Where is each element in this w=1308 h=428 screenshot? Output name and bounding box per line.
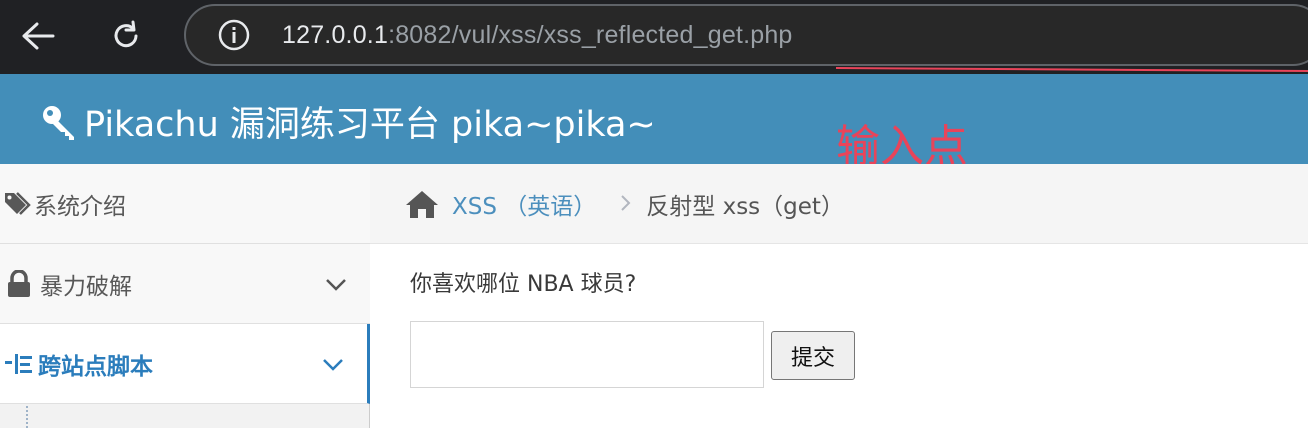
- list-icon: [4, 349, 34, 379]
- brand[interactable]: Pikachu 漏洞练习平台 pika~pika~: [40, 96, 656, 147]
- submit-button[interactable]: 提交: [771, 331, 855, 380]
- chevron-down-icon: [326, 279, 346, 291]
- brand-title: Pikachu 漏洞练习平台 pika~pika~: [84, 105, 656, 145]
- info-icon[interactable]: [216, 17, 252, 53]
- url-path: :8082/vul/xss/xss_reflected_get.php: [388, 20, 793, 49]
- lock-icon: [4, 269, 34, 299]
- key-icon: [40, 102, 80, 142]
- question-label: 你喜欢哪位 NBA 球员?: [410, 272, 637, 297]
- annotation-underline: [836, 67, 1308, 72]
- arrow-left-icon: [22, 22, 55, 50]
- sidebar-item-brute-force[interactable]: 暴力破解: [0, 244, 370, 324]
- chevron-down-icon: [323, 359, 343, 371]
- app-header: Pikachu 漏洞练习平台 pika~pika~: [0, 74, 1308, 164]
- reload-icon: [114, 20, 138, 48]
- back-button[interactable]: [16, 14, 60, 58]
- submenu-tree-line: [26, 406, 28, 428]
- breadcrumb-current: 反射型 xss（get）: [646, 193, 844, 220]
- breadcrumb: XSS （英语） 反射型 xss（get）: [370, 164, 1308, 244]
- chevron-right-icon: [620, 190, 632, 218]
- player-name-input[interactable]: [410, 321, 764, 388]
- browser-toolbar: 127.0.0.1:8082/vul/xss/xss_reflected_get…: [0, 0, 1308, 74]
- tags-icon: [4, 189, 34, 219]
- sidebar-item-xss[interactable]: 跨站点脚本: [0, 324, 370, 404]
- url-text: 127.0.0.1:8082/vul/xss/xss_reflected_get…: [282, 21, 793, 50]
- sidebar-item-intro[interactable]: 系统介绍: [0, 164, 370, 244]
- sidebar-item-label: 跨站点脚本: [38, 353, 153, 380]
- sidebar: 系统介绍 暴力破解 跨站点脚本: [0, 164, 370, 428]
- breadcrumb-link-xss[interactable]: XSS （英语）: [452, 187, 596, 221]
- reload-button[interactable]: [104, 14, 148, 58]
- address-bar[interactable]: 127.0.0.1:8082/vul/xss/xss_reflected_get…: [184, 4, 1308, 66]
- home-icon[interactable]: [404, 188, 440, 220]
- sidebar-item-label: 暴力破解: [40, 273, 132, 300]
- url-host: 127.0.0.1: [282, 20, 389, 49]
- sidebar-item-label: 系统介绍: [34, 193, 126, 220]
